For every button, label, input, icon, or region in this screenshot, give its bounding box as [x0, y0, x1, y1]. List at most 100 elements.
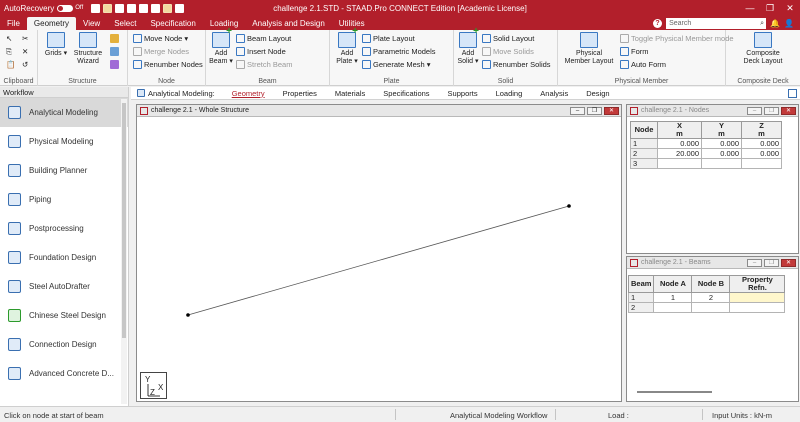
pin-icon[interactable]	[788, 89, 797, 98]
workflow-scrollbar[interactable]	[121, 99, 127, 404]
snap-grid-icon[interactable]	[110, 60, 119, 69]
table-row[interactable]: 1 0.000 0.000 0.000	[630, 138, 782, 149]
nodes-col-z[interactable]: Zm	[741, 121, 782, 139]
model-canvas[interactable]	[137, 117, 621, 401]
subtab-supports[interactable]: Supports	[448, 89, 478, 98]
cut-icon[interactable]: ✂	[22, 34, 28, 43]
restore-icon[interactable]: ❐	[587, 107, 602, 115]
print-icon[interactable]	[151, 3, 161, 13]
minimize-icon[interactable]: –	[747, 107, 762, 115]
workflow-item-connection-design[interactable]: Connection Design	[0, 330, 128, 359]
notification-icon[interactable]: 🔔	[770, 19, 780, 28]
parametric-models-button[interactable]: Parametric Models	[362, 47, 436, 56]
search-icon[interactable]: ⌕	[760, 18, 766, 29]
structure-window-titlebar[interactable]: challenge 2.1 - Whole Structure – ❐ ✕	[137, 105, 621, 117]
tab-analysis-design[interactable]: Analysis and Design	[245, 17, 331, 30]
workflow-item-postprocessing[interactable]: Postprocessing	[0, 214, 128, 243]
redo-icon[interactable]	[139, 3, 149, 13]
new-file-icon[interactable]	[91, 3, 101, 13]
table-row[interactable]: 2 20.000 0.000 0.000	[630, 148, 782, 159]
physical-member-layout-button[interactable]: Physical Member Layout	[560, 32, 618, 66]
merge-nodes-button[interactable]: Merge Nodes	[133, 47, 189, 56]
minimize-icon[interactable]: –	[570, 107, 585, 115]
nodes-window-titlebar[interactable]: challenge 2.1 - Nodes – ❐ ✕	[627, 105, 798, 117]
beam-layout-button[interactable]: Beam Layout	[236, 34, 291, 43]
undo-icon[interactable]: ↺	[22, 60, 28, 69]
beam-line[interactable]	[187, 205, 570, 316]
close-icon[interactable]: ✕	[781, 259, 796, 267]
move-node-button[interactable]: Move Node ▾	[133, 34, 188, 43]
help-icon[interactable]: ?	[653, 18, 663, 28]
workflow-item-analytical-modeling[interactable]: Analytical Modeling	[0, 98, 128, 127]
workflow-item-piping[interactable]: Piping	[0, 185, 128, 214]
workflow-item-advanced-concrete[interactable]: Advanced Concrete D...	[0, 359, 128, 388]
generate-mesh-button[interactable]: Generate Mesh ▾	[362, 60, 430, 69]
tab-geometry[interactable]: Geometry	[26, 17, 77, 30]
toggle-physical-member-button[interactable]: Toggle Physical Member mode	[620, 34, 734, 43]
geometry-tool-icon[interactable]	[110, 34, 119, 43]
auto-form-button[interactable]: Auto Form	[620, 60, 666, 69]
structure-wizard-button[interactable]: Structure Wizard	[70, 32, 106, 66]
workflow-item-chinese-steel-design[interactable]: Chinese Steel Design	[0, 301, 128, 330]
workflow-item-building-planner[interactable]: Building Planner	[0, 156, 128, 185]
stretch-beam-button[interactable]: Stretch Beam	[236, 60, 292, 69]
customize-icon[interactable]	[175, 3, 185, 13]
nodes-col-x[interactable]: Xm	[657, 121, 702, 139]
composite-deck-layout-button[interactable]: Composite Deck Layout	[734, 32, 792, 66]
open-folder-icon[interactable]	[103, 3, 113, 13]
workflow-item-foundation-design[interactable]: Foundation Design	[0, 243, 128, 272]
node-2[interactable]	[567, 204, 571, 208]
beams-col-beam[interactable]: Beam	[627, 275, 655, 293]
form-button[interactable]: Form	[620, 47, 649, 56]
subtab-properties[interactable]: Properties	[283, 89, 317, 98]
beams-col-node-a[interactable]: Node A	[653, 275, 693, 293]
tab-view[interactable]: View	[76, 17, 107, 30]
subtab-loading[interactable]: Loading	[496, 89, 523, 98]
restore-icon[interactable]: ❐	[764, 107, 779, 115]
restore-icon[interactable]: ❐	[764, 259, 779, 267]
pointer-icon[interactable]: ↖	[6, 34, 12, 43]
undo-icon[interactable]	[127, 3, 137, 13]
solid-layout-button[interactable]: Solid Layout	[482, 34, 534, 43]
nodes-col-node[interactable]: Node	[630, 121, 658, 139]
subtab-design[interactable]: Design	[586, 89, 609, 98]
tab-specification[interactable]: Specification	[143, 17, 202, 30]
search-input[interactable]: Search ⌕	[666, 17, 767, 29]
horizontal-scrollbar[interactable]	[637, 391, 712, 393]
nodes-col-y[interactable]: Ym	[701, 121, 742, 139]
subtab-geometry[interactable]: Geometry	[232, 89, 265, 98]
add-plate-button[interactable]: Add Plate ▾	[334, 28, 360, 66]
add-beam-button[interactable]: Add Beam ▾	[208, 28, 234, 66]
snap-node-icon[interactable]	[110, 47, 119, 56]
close-icon[interactable]: ✕	[604, 107, 619, 115]
tab-loading[interactable]: Loading	[203, 17, 245, 30]
autorecovery-toggle[interactable]	[57, 4, 74, 12]
grids-button[interactable]: Grids ▾	[42, 32, 70, 58]
plate-layout-button[interactable]: Plate Layout	[362, 34, 415, 43]
beams-window-titlebar[interactable]: challenge 2.1 - Beams – ❐ ✕	[627, 257, 798, 269]
minimize-icon[interactable]: –	[747, 259, 762, 267]
save-icon[interactable]	[115, 3, 125, 13]
close-icon[interactable]: ✕	[780, 0, 800, 16]
user-icon[interactable]: 👤	[784, 19, 794, 28]
restore-icon[interactable]: ❐	[760, 0, 780, 16]
renumber-solids-button[interactable]: Renumber Solids	[482, 60, 551, 69]
tab-file[interactable]: File	[0, 17, 27, 30]
table-row[interactable]: 2	[627, 302, 786, 313]
beams-col-property[interactable]: Property Refn.	[729, 275, 786, 293]
move-solids-button[interactable]: Move Solids	[482, 47, 534, 56]
workflow-item-physical-modeling[interactable]: Physical Modeling	[0, 127, 128, 156]
renumber-nodes-button[interactable]: Renumber Nodes	[133, 60, 203, 69]
paste-icon[interactable]: 📋	[6, 60, 15, 69]
table-row[interactable]: 1 1 2	[627, 292, 786, 303]
subtab-analysis[interactable]: Analysis	[540, 89, 568, 98]
workflow-scroll-thumb[interactable]	[122, 103, 126, 338]
close-icon[interactable]: ✕	[781, 107, 796, 115]
delete-icon[interactable]: ✕	[22, 47, 28, 56]
zoom-icon[interactable]	[163, 3, 173, 13]
beams-col-node-b[interactable]: Node B	[691, 275, 731, 293]
subtab-specifications[interactable]: Specifications	[383, 89, 429, 98]
node-1[interactable]	[186, 313, 190, 317]
tab-select[interactable]: Select	[107, 17, 143, 30]
table-row[interactable]: 3	[630, 158, 782, 169]
